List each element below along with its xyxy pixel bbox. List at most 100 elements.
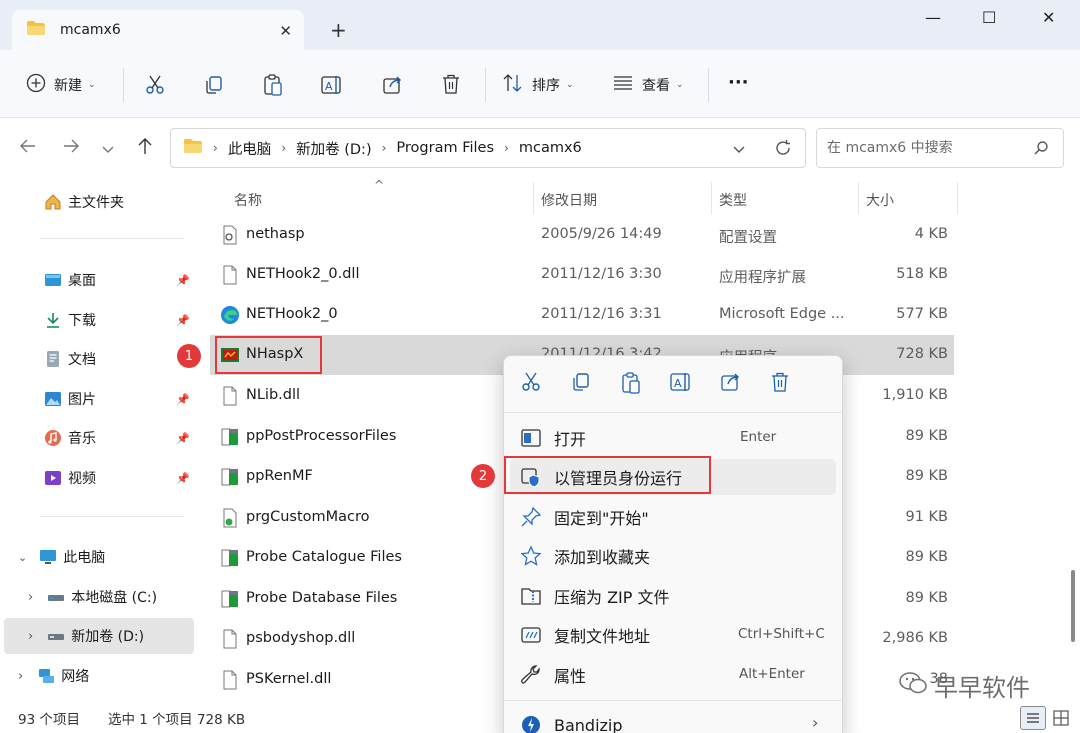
column-header-size[interactable]: 大小 — [866, 190, 894, 210]
scrollbar-thumb[interactable] — [1071, 570, 1075, 642]
pin-icon[interactable]: 📌 — [176, 472, 190, 485]
menu-item-pin-to-start[interactable]: 固定到"开始" — [510, 499, 836, 535]
open-icon — [520, 427, 542, 449]
delete-icon[interactable] — [441, 73, 461, 99]
sidebar-item-pictures[interactable]: 图片 📌 — [0, 381, 194, 417]
chevron-down-icon[interactable] — [731, 141, 747, 161]
file-size: 2,986 KB — [882, 630, 948, 646]
sidebar-item-music[interactable]: 音乐 📌 — [0, 420, 194, 456]
sidebar-divider — [40, 516, 184, 517]
menu-item-open[interactable]: 打开 Enter — [510, 420, 836, 456]
sidebar-item-home[interactable]: 主文件夹 — [0, 184, 194, 220]
back-button[interactable] — [18, 136, 38, 161]
breadcrumb-separator: › — [213, 141, 218, 155]
new-tab-button[interactable]: + — [330, 18, 347, 42]
paste-icon[interactable] — [262, 73, 284, 101]
menu-item-copy-path[interactable]: 复制文件地址 Ctrl+Shift+C — [510, 617, 836, 653]
search-icon[interactable] — [1033, 140, 1049, 160]
new-button[interactable]: 新建 ⌄ — [26, 72, 96, 98]
step-badge-1: 1 — [177, 344, 201, 368]
tiles-view-button[interactable] — [1052, 709, 1070, 731]
search-box[interactable] — [816, 128, 1064, 168]
chevron-down-icon[interactable]: ⌄ — [18, 551, 27, 564]
folder-icon — [183, 138, 203, 158]
sidebar-item-label: 网络 — [61, 669, 90, 685]
file-date: 2011/12/16 3:30 — [541, 266, 662, 282]
sidebar-item-network[interactable]: › 网络 — [0, 658, 194, 694]
breadcrumb-program-files[interactable]: Program Files — [396, 140, 494, 156]
file-size: 89 KB — [905, 428, 948, 444]
file-row[interactable]: NETHook2_0.dll 2011/12/16 3:30 应用程序扩展 51… — [210, 255, 954, 295]
home-icon — [44, 193, 62, 211]
window-tab[interactable]: mcamx6 ✕ — [12, 10, 304, 50]
dll-file-icon — [220, 386, 240, 406]
sort-button[interactable]: 排序 ⌄ — [502, 72, 574, 98]
column-divider[interactable] — [957, 182, 958, 214]
chevron-right-icon[interactable]: › — [18, 669, 23, 684]
hard-drive-icon — [47, 627, 65, 645]
menu-item-add-favorite[interactable]: 添加到收藏夹 — [510, 538, 836, 574]
breadcrumb-drive-d[interactable]: 新加卷 (D:) — [296, 138, 371, 159]
maximize-button[interactable]: ☐ — [982, 8, 996, 27]
cut-icon[interactable] — [520, 371, 544, 395]
breadcrumb-mcamx6[interactable]: mcamx6 — [519, 140, 582, 156]
cut-icon[interactable] — [144, 74, 166, 100]
pin-icon[interactable]: 📌 — [176, 432, 190, 445]
sidebar-item-this-pc[interactable]: ⌄ 此电脑 — [0, 539, 194, 575]
column-divider[interactable] — [711, 182, 712, 214]
menu-item-label: 属性 — [554, 667, 587, 686]
file-row[interactable]: NETHook2_0 2011/12/16 3:31 Microsoft Edg… — [210, 295, 954, 335]
menu-divider — [504, 412, 844, 413]
column-header-name[interactable]: 名称 — [234, 190, 262, 210]
sidebar-item-drive-d[interactable]: › 新加卷 (D:) — [4, 618, 194, 654]
delete-icon[interactable] — [770, 371, 794, 395]
close-tab-icon[interactable]: ✕ — [279, 22, 292, 40]
sort-label: 排序 — [532, 78, 560, 94]
refresh-icon[interactable] — [774, 139, 792, 161]
forward-button[interactable] — [61, 136, 81, 161]
search-input[interactable] — [827, 140, 1023, 156]
copy-icon[interactable] — [570, 371, 594, 395]
rename-icon[interactable]: A — [670, 371, 694, 395]
step-badge-2: 2 — [471, 464, 495, 488]
sidebar-item-videos[interactable]: 视频 📌 — [0, 460, 194, 496]
close-window-button[interactable]: ✕ — [1042, 8, 1055, 27]
address-bar[interactable]: › 此电脑 › 新加卷 (D:) › Program Files › mcamx… — [170, 128, 806, 168]
chevron-right-icon[interactable]: › — [28, 590, 33, 605]
chevron-right-icon[interactable]: › — [28, 629, 33, 644]
sidebar-divider — [40, 238, 184, 239]
minimize-button[interactable]: — — [925, 8, 941, 27]
file-row[interactable]: nethasp 2005/9/26 14:49 配置设置 4 KB — [210, 215, 954, 255]
breadcrumb-this-pc[interactable]: 此电脑 — [228, 138, 272, 159]
menu-item-compress-zip[interactable]: 压缩为 ZIP 文件 — [510, 578, 836, 614]
share-icon[interactable] — [382, 74, 404, 100]
recent-locations-button[interactable] — [100, 138, 116, 162]
pin-icon[interactable]: 📌 — [176, 393, 190, 406]
up-button[interactable] — [135, 136, 155, 161]
rename-icon[interactable]: A — [321, 74, 345, 100]
column-divider[interactable] — [533, 182, 534, 214]
plus-circle-icon — [26, 73, 46, 97]
more-options-button[interactable]: ··· — [728, 72, 749, 93]
menu-item-label: 打开 — [554, 430, 587, 449]
details-view-button[interactable] — [1020, 706, 1046, 730]
watermark-text: 早早软件 — [934, 674, 1030, 702]
pin-icon[interactable]: 📌 — [176, 314, 190, 327]
share-icon[interactable] — [720, 371, 744, 395]
pin-icon[interactable]: 📌 — [176, 274, 190, 287]
menu-item-bandizip[interactable]: Bandizip › — [510, 707, 836, 733]
view-button[interactable]: 查看 ⌄ — [612, 72, 684, 98]
paste-icon[interactable] — [620, 371, 644, 395]
sidebar-item-documents[interactable]: 文档 — [0, 341, 194, 377]
sidebar-item-drive-c[interactable]: › 本地磁盘 (C:) — [0, 579, 194, 615]
copy-icon[interactable] — [203, 74, 225, 100]
sidebar-item-desktop[interactable]: 桌面 📌 — [0, 262, 194, 298]
column-header-type[interactable]: 类型 — [719, 190, 747, 210]
chevron-down-icon: ⌄ — [676, 80, 684, 90]
tab-title: mcamx6 — [60, 22, 121, 38]
menu-item-properties[interactable]: 属性 Alt+Enter — [510, 657, 836, 693]
chevron-right-icon: › — [812, 713, 819, 732]
sidebar-item-downloads[interactable]: 下载 📌 — [0, 302, 194, 338]
column-header-date[interactable]: 修改日期 — [541, 190, 597, 210]
column-divider[interactable] — [858, 182, 859, 214]
